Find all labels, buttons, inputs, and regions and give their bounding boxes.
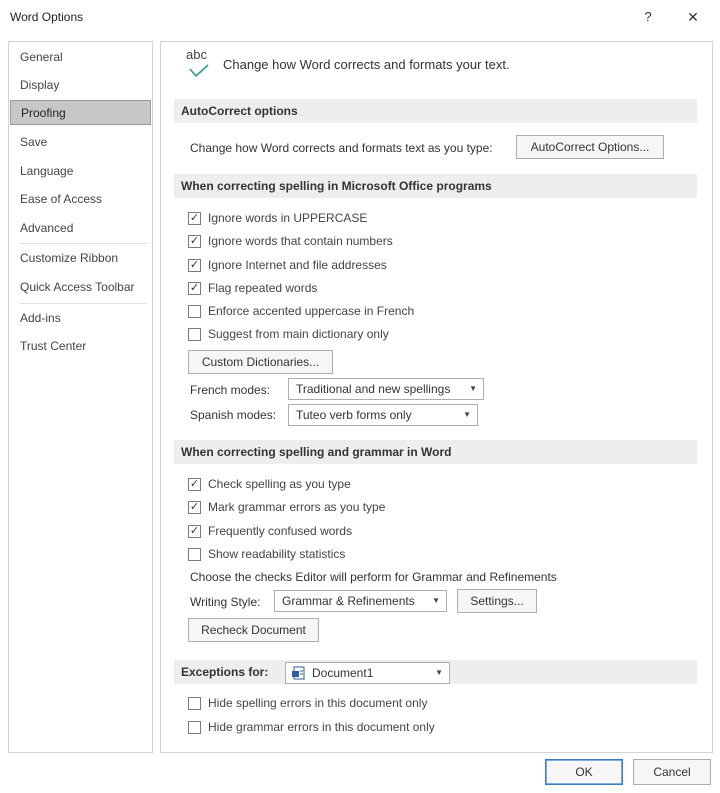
checkbox-box[interactable] xyxy=(188,548,201,561)
section-word-spelling-grammar: When correcting spelling and grammar in … xyxy=(174,440,697,464)
section-office-spelling: When correcting spelling in Microsoft Of… xyxy=(174,174,697,198)
sidebar-item-general[interactable]: General xyxy=(10,45,151,70)
checkbox-label: Ignore words that contain numbers xyxy=(208,234,393,248)
sidebar-item-proofing[interactable]: Proofing xyxy=(10,100,151,125)
autocorrect-description: Change how Word corrects and formats tex… xyxy=(190,141,493,155)
sidebar-item-trust-center[interactable]: Trust Center xyxy=(10,334,151,359)
help-button[interactable]: ? xyxy=(637,6,659,28)
checkbox-box[interactable] xyxy=(188,305,201,318)
writing-style-label: Writing Style: xyxy=(190,595,261,609)
checkbox-label: Enforce accented uppercase in French xyxy=(208,304,415,318)
section-heading: When correcting spelling in Microsoft Of… xyxy=(181,179,492,193)
autocorrect-options-button[interactable]: AutoCorrect Options... xyxy=(516,135,664,159)
sidebar-item-customize-ribbon[interactable]: Customize Ribbon xyxy=(10,246,151,271)
checkbox-box[interactable]: ✓ xyxy=(188,212,201,225)
select-value: Traditional and new spellings xyxy=(296,382,451,396)
checkbox-box[interactable]: ✓ xyxy=(188,478,201,491)
select-value: Document1 xyxy=(312,666,374,680)
checkbox-label: Hide grammar errors in this document onl… xyxy=(208,720,435,734)
spanish-modes-select[interactable]: Tuteo verb forms only ▼ xyxy=(288,404,478,426)
section-heading: AutoCorrect options xyxy=(181,104,298,118)
custom-dictionaries-button[interactable]: Custom Dictionaries... xyxy=(188,350,333,374)
chevron-down-icon: ▼ xyxy=(435,668,443,677)
checkbox-label: Check spelling as you type xyxy=(208,477,351,491)
checkbox-box[interactable] xyxy=(188,721,201,734)
checkbox-box[interactable]: ✓ xyxy=(188,501,201,514)
cancel-button[interactable]: Cancel xyxy=(633,759,711,785)
section-heading: Exceptions for: xyxy=(181,665,269,679)
sidebar-item-language[interactable]: Language xyxy=(10,159,151,184)
checkbox-label: Flag repeated words xyxy=(208,281,318,295)
french-modes-select[interactable]: Traditional and new spellings ▼ xyxy=(288,378,484,400)
sidebar-divider xyxy=(19,243,147,244)
checkbox-box[interactable]: ✓ xyxy=(188,525,201,538)
chevron-down-icon: ▼ xyxy=(463,410,471,419)
checkbox-box[interactable] xyxy=(188,328,201,341)
sidebar-item-save[interactable]: Save xyxy=(10,130,151,155)
sidebar-item-advanced[interactable]: Advanced xyxy=(10,216,151,241)
checkbox-box[interactable]: ✓ xyxy=(188,235,201,248)
window-title: Word Options xyxy=(10,10,84,24)
sidebar-item-ease-of-access[interactable]: Ease of Access xyxy=(10,187,151,212)
checkbox-label: Mark grammar errors as you type xyxy=(208,500,386,514)
ok-button[interactable]: OK xyxy=(545,759,623,785)
checkbox-box[interactable]: ✓ xyxy=(188,259,201,272)
checkbox-label: Ignore words in UPPERCASE xyxy=(208,211,368,225)
sidebar-divider xyxy=(19,303,147,304)
french-modes-label: French modes: xyxy=(190,383,271,397)
checkbox-label: Ignore Internet and file addresses xyxy=(208,258,387,272)
abc-icon-text: abc xyxy=(186,47,207,62)
editor-checks-text: Choose the checks Editor will perform fo… xyxy=(190,570,557,584)
checkbox-box[interactable] xyxy=(188,697,201,710)
select-value: Grammar & Refinements xyxy=(282,594,415,608)
checkbox-label: Suggest from main dictionary only xyxy=(208,327,389,341)
checkbox-label: Frequently confused words xyxy=(208,524,353,538)
abc-check-icon: abc xyxy=(186,47,214,83)
exceptions-document-select[interactable]: Document1 ▼ xyxy=(285,662,450,684)
checkbox-label: Hide spelling errors in this document on… xyxy=(208,696,428,710)
sidebar-item-display[interactable]: Display xyxy=(10,73,151,98)
spanish-modes-label: Spanish modes: xyxy=(190,408,277,422)
recheck-document-button[interactable]: Recheck Document xyxy=(188,618,319,642)
checkbox-label: Show readability statistics xyxy=(208,547,346,561)
sidebar-item-quick-access-toolbar[interactable]: Quick Access Toolbar xyxy=(10,275,151,300)
section-heading: When correcting spelling and grammar in … xyxy=(181,445,452,459)
sidebar-item-add-ins[interactable]: Add-ins xyxy=(10,306,151,331)
page-header-text: Change how Word corrects and formats you… xyxy=(223,57,510,72)
close-button[interactable]: ✕ xyxy=(681,6,705,28)
select-value: Tuteo verb forms only xyxy=(296,408,412,422)
title-bar: Word Options ? ✕ xyxy=(0,0,720,34)
chevron-down-icon: ▼ xyxy=(469,384,477,393)
options-sidebar: General Display Proofing Save Language E… xyxy=(8,41,153,753)
section-autocorrect: AutoCorrect options xyxy=(174,99,697,123)
document-icon xyxy=(292,666,305,680)
settings-button[interactable]: Settings... xyxy=(457,589,537,613)
writing-style-select[interactable]: Grammar & Refinements ▼ xyxy=(274,590,447,612)
chevron-down-icon: ▼ xyxy=(432,596,440,605)
checkbox-box[interactable]: ✓ xyxy=(188,282,201,295)
